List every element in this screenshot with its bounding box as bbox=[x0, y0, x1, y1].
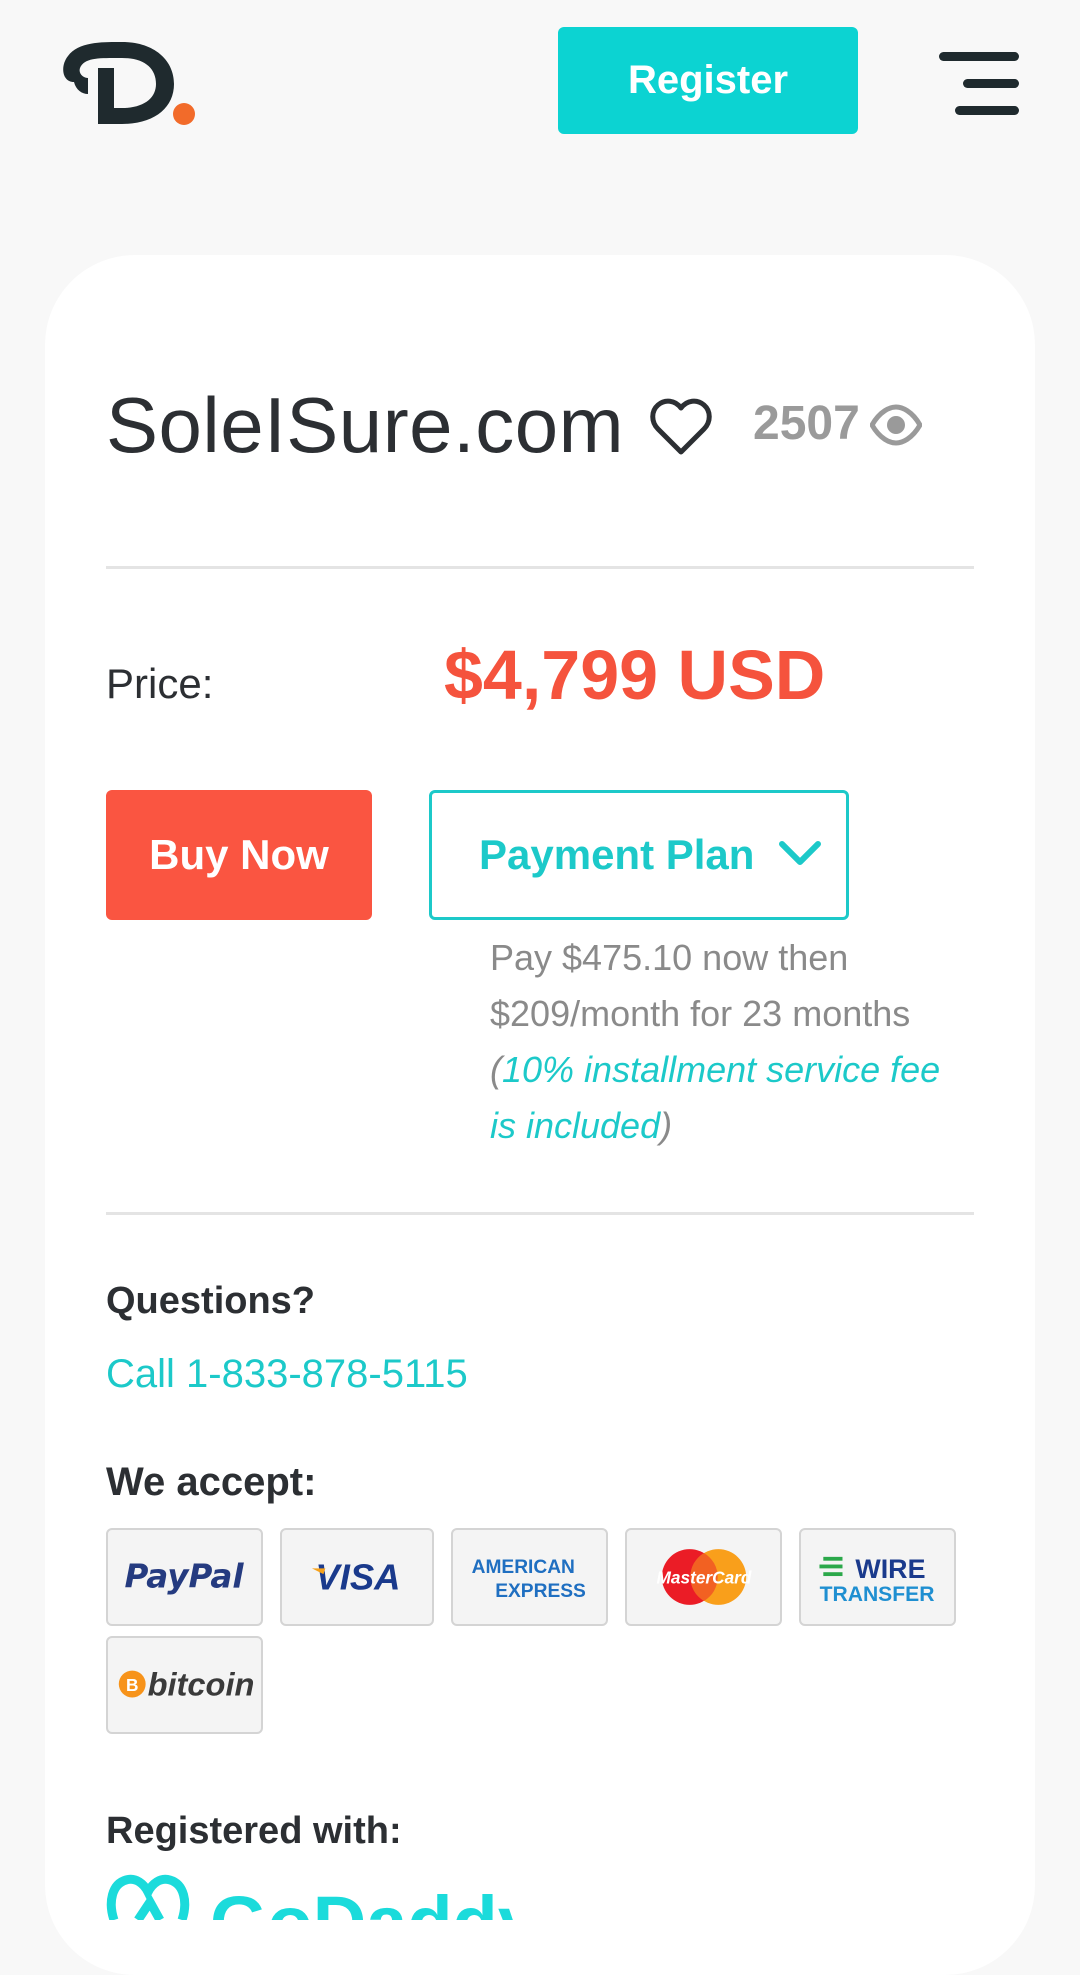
registered-with-label: Registered with: bbox=[106, 1810, 402, 1852]
payment-plan-details: Pay $475.10 now then $209/month for 23 m… bbox=[490, 930, 970, 1154]
svg-text:EXPRESS: EXPRESS bbox=[495, 1581, 586, 1602]
domain-name: SoleISure.com bbox=[106, 381, 625, 469]
site-logo[interactable]: D bbox=[58, 38, 198, 128]
payment-plan-label: Payment Plan bbox=[479, 831, 755, 878]
svg-text:B: B bbox=[126, 1675, 138, 1695]
bitcoin-badge: B bitcoin bbox=[106, 1636, 263, 1734]
godaddy-logo[interactable]: GoDaddy bbox=[104, 1872, 524, 1920]
price-label: Price: bbox=[106, 660, 214, 707]
american-express-badge: AMERICAN EXPRESS bbox=[451, 1528, 608, 1626]
view-count: 2507 bbox=[753, 397, 860, 450]
svg-text:TRANSFER: TRANSFER bbox=[820, 1583, 935, 1606]
payment-plan-button[interactable]: Payment Plan bbox=[429, 790, 849, 920]
eye-icon bbox=[870, 404, 922, 446]
visa-badge: VISA bbox=[280, 1528, 434, 1626]
fee-open-paren: ( bbox=[490, 1049, 502, 1090]
svg-text:VISA: VISA bbox=[315, 1556, 400, 1597]
register-button[interactable]: Register bbox=[558, 27, 858, 134]
plan-fee-note: (10% installment service fee is included… bbox=[490, 1042, 970, 1154]
buy-now-button[interactable]: Buy Now bbox=[106, 790, 372, 920]
svg-text:AMERICAN: AMERICAN bbox=[472, 1557, 575, 1578]
svg-text:bitcoin: bitcoin bbox=[148, 1666, 255, 1703]
heart-outline-icon[interactable] bbox=[650, 398, 712, 456]
divider bbox=[106, 1212, 974, 1215]
wire-transfer-badge: WIRE TRANSFER bbox=[799, 1528, 956, 1626]
mastercard-badge: MasterCard bbox=[625, 1528, 782, 1626]
chevron-down-icon bbox=[779, 841, 821, 865]
we-accept-label: We accept: bbox=[106, 1460, 317, 1504]
site-header: D Register bbox=[0, 0, 1080, 160]
svg-text:PayPal: PayPal bbox=[124, 1558, 244, 1596]
plan-line-2: $209/month for 23 months bbox=[490, 993, 911, 1034]
svg-text:GoDaddy: GoDaddy bbox=[210, 1881, 524, 1920]
call-phone-link[interactable]: Call 1-833-878-5115 bbox=[106, 1352, 468, 1397]
fee-close-paren: ) bbox=[660, 1105, 673, 1146]
svg-text:WIRE: WIRE bbox=[855, 1554, 925, 1584]
questions-label: Questions? bbox=[106, 1280, 316, 1322]
hamburger-menu-icon[interactable] bbox=[935, 50, 1019, 118]
plan-line-1: Pay $475.10 now then bbox=[490, 937, 849, 978]
price-value: $4,799 USD bbox=[444, 636, 826, 714]
paypal-badge: PayPal bbox=[106, 1528, 263, 1626]
divider bbox=[106, 566, 974, 569]
installment-fee-text: 10% installment service fee is included bbox=[490, 1049, 941, 1146]
svg-text:MasterCard: MasterCard bbox=[657, 1568, 752, 1588]
